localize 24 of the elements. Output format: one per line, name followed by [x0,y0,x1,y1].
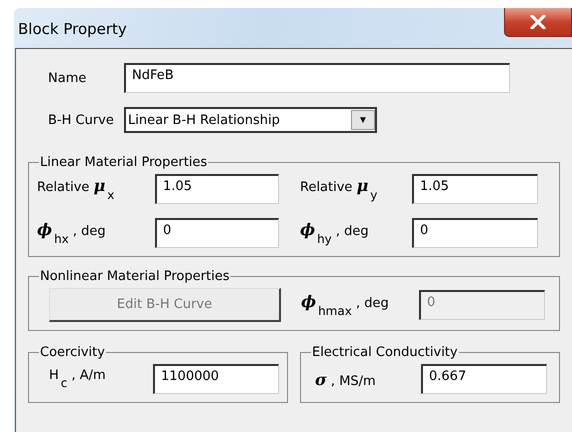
close-button[interactable] [504,8,572,37]
group-title: Nonlinear Material Properties [39,269,230,284]
group-title: Electrical Conductivity [311,345,459,360]
field-label: Relative μ$_{x}$ [37,176,116,202]
bh-curve-dropdown[interactable]: Linear B-H Relationship ▼ [124,107,377,133]
value-field[interactable]: 1.05 [412,174,538,204]
dropdown-arrow-button[interactable]: ▼ [351,110,375,130]
group-title: Coercivity [39,345,106,360]
window-title: Block Property [17,19,127,38]
bh-curve-label: B-H Curve [47,112,115,128]
field-label: ϕ$_{hy}$ , deg [300,220,370,246]
field-label: Relative μ$_{y}$ [300,176,378,202]
name-label: Name [47,70,88,86]
group-title: Linear Material Properties [39,155,208,170]
field-label: σ , MS/m [315,370,377,388]
value-field[interactable]: 0 [412,218,538,248]
name-field[interactable]: NdFeB [124,63,510,93]
value-field[interactable]: 1.05 [155,174,279,204]
value-field[interactable]: 0 [155,218,279,248]
close-icon [530,15,546,29]
value-field[interactable]: 1100000 [153,364,279,394]
value-field[interactable]: 0.667 [421,364,547,394]
field-label: ϕ$_{hx}$ , deg [37,220,107,246]
field-label: ϕ$_{hmax}$ , deg [301,292,390,318]
